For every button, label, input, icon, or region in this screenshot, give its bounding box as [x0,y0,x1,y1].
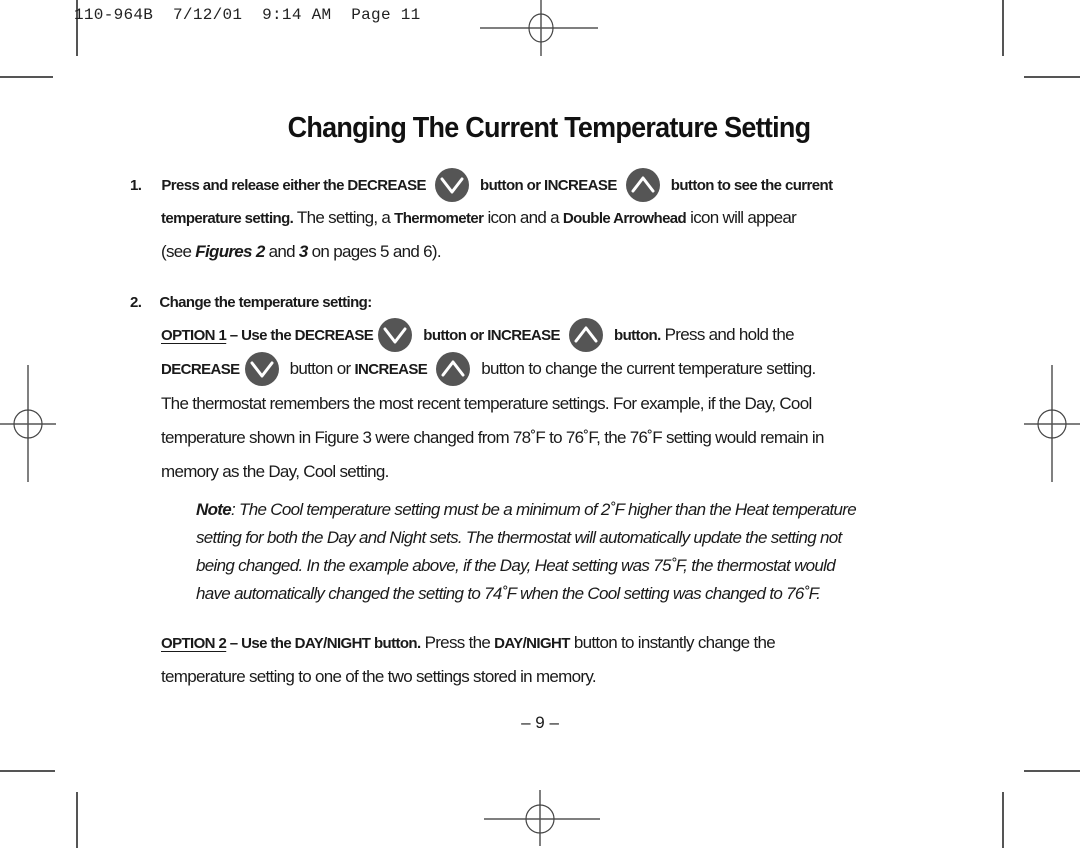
note-line2: setting for both the Day and Night sets.… [196,528,842,547]
note-line1: Note: The Cool temperature setting must … [196,500,857,520]
note-line4: have automatically changed the setting t… [196,584,821,603]
crop-mark-bottom-left-horizontal [0,770,55,772]
thermometer-term: Thermometer [394,210,484,227]
printer-slug: 110-964B 7/12/01 9:14 AM Page 11 [74,6,421,24]
step1-text-c: button to see the current [670,177,833,194]
page-number: – 9 – [521,713,559,732]
step1-line2: temperature setting. The setting, a Ther… [161,208,797,228]
step2-heading-line: 2. Change the temperature setting: [130,292,372,312]
option1-text-d: Press and hold the [660,325,795,344]
step1-text: icon and a [483,208,563,227]
crop-mark-top-left-horizontal [0,76,53,78]
step1-text: (see [161,242,196,261]
option1-text: button or [289,359,355,378]
step1-text: and [264,242,299,261]
step2-heading: Change the temperature setting: [159,294,372,311]
crop-mark-bottom-right-vertical [1002,792,1004,848]
paragraph-line2: temperature shown in Figure 3 were chang… [161,428,824,447]
crop-mark-top-right-vertical [1002,0,1004,56]
option1-line1: OPTION 1 – Use the DECREASE button or IN… [161,317,795,352]
step2-number: 2. [130,294,142,311]
step1-text-b: button or INCREASE [480,177,617,194]
crop-mark-bottom-left-vertical [76,792,78,848]
registration-mark-right [1024,365,1080,482]
option1-text-a: – Use the DECREASE [226,327,374,344]
note-label: Note [196,500,232,519]
registration-mark-left [0,365,56,482]
page-title: Changing The Current Temperature Setting [287,112,811,144]
increase-term: INCREASE [354,361,428,378]
step1-text-a: Press and release either the DECREASE [161,177,426,194]
option2-label: OPTION 2 [161,635,227,652]
step1-text: icon will appear [686,208,797,227]
option1-text: button to change the current temperature… [481,359,816,378]
crop-mark-top-right-horizontal [1024,76,1080,78]
figures-ref: Figures 2 [195,242,265,261]
step1-line3: (see Figures 2 and 3 on pages 5 and 6). [161,242,442,262]
double-arrowhead-term: Double Arrowhead [562,210,687,227]
step1-bold-lead: temperature setting. [161,210,294,227]
step1-text: The setting, a [293,208,395,227]
step1-number: 1. [130,177,142,194]
day-night-term: DAY/NIGHT [494,635,570,652]
option2-text: Press the [420,633,495,652]
decrease-term: DECREASE [161,361,240,378]
option1-text-c: button. [614,327,661,344]
step1-line1: 1. Press and release either the DECREASE… [130,167,833,202]
option1-line2: DECREASE button or INCREASE button to ch… [161,351,816,386]
option1-label: OPTION 1 [161,327,227,344]
increase-button-icon [435,351,471,387]
step1-text: on pages 5 and 6). [307,242,442,261]
registration-mark-top [480,0,598,56]
decrease-button-icon [377,317,413,353]
option2-text: button to instantly change the [569,633,776,652]
option2-heading: – Use the DAY/NIGHT button. [226,635,421,652]
crop-mark-bottom-right-horizontal [1024,770,1080,772]
option1-text-b: button or INCREASE [423,327,560,344]
note-text: : The Cool temperature setting must be a… [230,500,857,519]
paragraph-line3: memory as the Day, Cool setting. [161,462,389,481]
decrease-button-icon [434,167,470,203]
paragraph-line1: The thermostat remembers the most recent… [161,394,812,413]
decrease-button-icon [244,351,280,387]
option2-line2: temperature setting to one of the two se… [161,667,597,686]
figure-3-ref: 3 [298,242,308,261]
option2-line1: OPTION 2 – Use the DAY/NIGHT button. Pre… [161,633,776,653]
increase-button-icon [568,317,604,353]
registration-mark-bottom [484,790,600,846]
increase-button-icon [625,167,661,203]
note-line3: being changed. In the example above, if … [196,556,836,575]
